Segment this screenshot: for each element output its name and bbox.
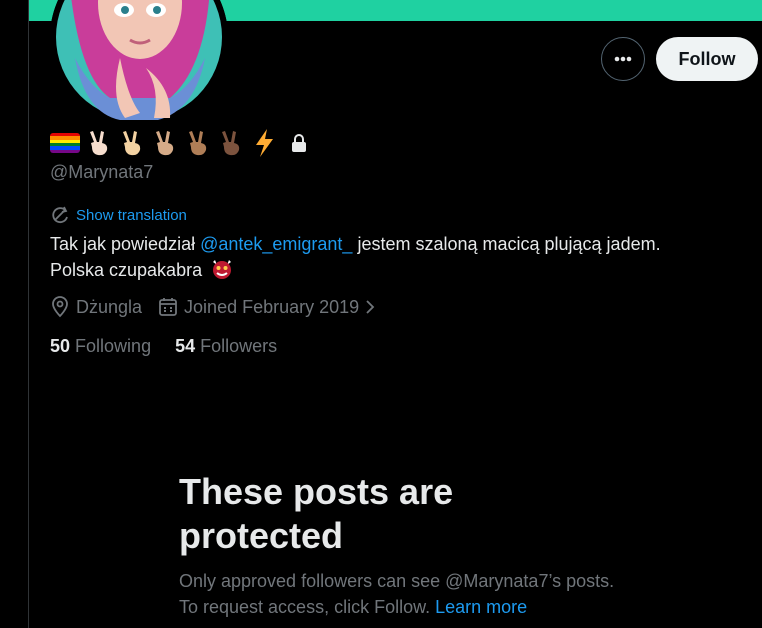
show-translation-link[interactable]: Show translation <box>50 205 187 225</box>
profile-handle: @Marynata7 <box>50 162 154 182</box>
bio-mention-link[interactable]: @antek_emigrant_ <box>200 234 352 254</box>
translate-icon <box>52 206 68 224</box>
victory-hand-medium-light-icon <box>118 129 146 157</box>
location: Dżungla <box>50 296 142 318</box>
protected-description-text: Only approved followers can see @Marynat… <box>179 571 615 617</box>
following-link[interactable]: 50 Following <box>50 336 151 357</box>
followers-count: 54 <box>175 336 196 356</box>
more-icon <box>614 56 632 62</box>
more-button[interactable] <box>601 37 645 81</box>
joined-date[interactable]: Joined February 2019 <box>158 297 375 318</box>
protected-title: These posts are protected <box>179 471 454 556</box>
followers-label: Followers <box>200 336 278 356</box>
victory-hand-medium-icon <box>151 129 179 157</box>
calendar-icon <box>159 298 177 316</box>
follow-button[interactable]: Follow <box>656 37 758 81</box>
rainbow-flag-icon <box>50 133 80 153</box>
avatar[interactable] <box>50 0 228 126</box>
followers-link[interactable]: 54 Followers <box>175 336 277 357</box>
protected-description: Only approved followers can see @Marynat… <box>179 568 619 620</box>
lock-icon <box>291 134 307 152</box>
chevron-right-icon <box>366 300 375 314</box>
bio-line-2: Polska czupakabra <box>50 260 203 280</box>
ogre-icon <box>213 260 232 279</box>
bio: Tak jak powiedział @antek_emigrant_ jest… <box>50 231 740 283</box>
joined-label: Joined February 2019 <box>184 296 360 317</box>
bio-text-end: jestem szaloną macicą plującą jadem. <box>352 234 661 254</box>
following-count: 50 <box>50 336 71 356</box>
column-border <box>28 0 29 628</box>
location-label: Dżungla <box>76 296 143 317</box>
show-translation-label: Show translation <box>76 206 187 224</box>
location-icon <box>52 296 68 318</box>
display-name <box>50 128 307 158</box>
profile-meta: Dżungla Joined February 2019 <box>50 296 391 318</box>
victory-hand-medium-dark-icon <box>184 129 212 157</box>
victory-hand-dark-icon <box>217 129 245 157</box>
lightning-icon <box>250 129 278 157</box>
follow-stats: 50 Following 54 Followers <box>50 336 301 357</box>
victory-hand-light-icon <box>85 129 113 157</box>
learn-more-link[interactable]: Learn more <box>435 597 527 617</box>
bio-text: Tak jak powiedział <box>50 234 201 254</box>
following-label: Following <box>75 336 152 356</box>
